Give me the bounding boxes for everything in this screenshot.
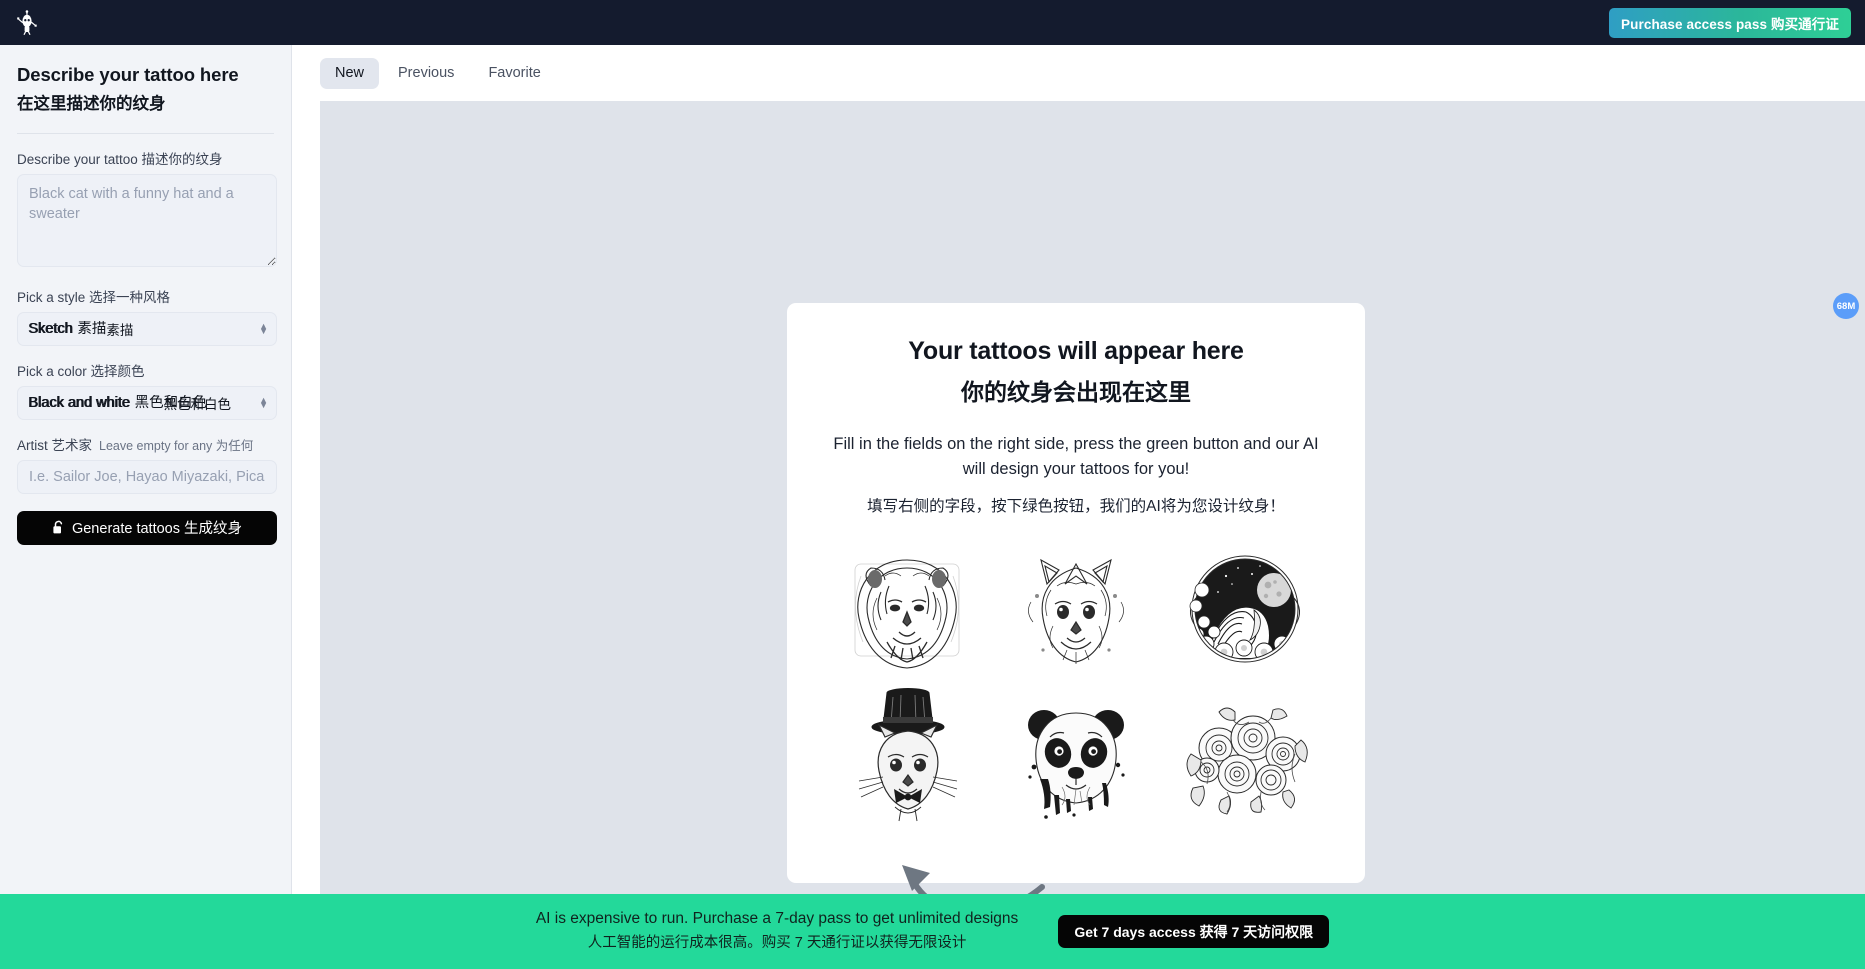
views-count-badge[interactable]: 68M (1833, 293, 1859, 319)
rose-bouquet-icon (1170, 685, 1320, 825)
color-field-group: Pick a color 选择颜色 Black and white 黑色和白色 … (17, 360, 277, 420)
top-bar: Purchase access pass 购买通行证 (0, 0, 1865, 45)
style-field-group: Pick a style 选择一种风格 Sketch 素描 Sketch 素描 … (17, 286, 277, 346)
artist-input[interactable] (17, 459, 277, 494)
describe-tattoo-label: Describe your tattoo 描述你的纹身 (17, 151, 223, 167)
placeholder-title-zh: 你的纹身会出现在这里 (961, 378, 1191, 405)
robot-mascot-icon[interactable] (10, 6, 44, 40)
sidebar-divider (17, 132, 274, 134)
banner-text-block: AI is expensive to run. Purchase a 7-day… (536, 907, 1019, 956)
sidebar-panel: Describe your tattoo here 在这里描述你的纹身 Desc… (0, 45, 292, 969)
app-root: Purchase access pass 购买通行证 Describe your… (0, 0, 1865, 969)
artist-hint: Leave empty for any 为任何 (99, 438, 254, 453)
generate-tattoos-button[interactable]: Generate tattoos 生成纹身 (17, 510, 277, 545)
main-content: New Previous Favorite Your tattoos will … (292, 45, 1865, 969)
artist-field-group: Artist 艺术家 Leave empty for any 为任何 (17, 434, 277, 494)
open-lock-icon (52, 520, 65, 535)
describe-tattoo-field-group: Describe your tattoo 描述你的纹身 (17, 148, 277, 272)
results-canvas: Your tattoos will appear here 你的纹身会出现在这里… (320, 101, 1865, 933)
panel-title-en: Describe your tattoo here (17, 64, 239, 85)
artist-label-row: Artist 艺术家 Leave empty for any 为任何 (17, 434, 274, 454)
placeholder-title-en: Your tattoos will appear here (908, 337, 1244, 365)
panda-head-ink-icon (1001, 685, 1151, 825)
placeholder-body-zh: 填写右侧的字段，按下绿色按钮，我们的AI将为您设计纹身！ (867, 497, 1285, 515)
describe-tattoo-textarea[interactable] (17, 173, 277, 267)
tab-bar: New Previous Favorite (292, 45, 1865, 101)
banner-text-zh: 人工智能的运行成本很高。购买 7 天通行证以获得无限设计 (587, 935, 967, 952)
pick-color-label: Pick a color 选择颜色 (17, 363, 145, 379)
style-select-wrapper[interactable]: Sketch 素描 Sketch 素描 ▲ ▼ (17, 311, 277, 346)
tab-new[interactable]: New (320, 57, 380, 89)
generate-tattoos-label: Generate tattoos 生成纹身 (71, 521, 243, 538)
lion-head-mandala-icon (832, 541, 982, 681)
sample-tattoo-grid (825, 541, 1327, 825)
ornate-cat-head-icon (1001, 541, 1151, 681)
artist-label: Artist 艺术家 (17, 437, 93, 453)
tab-previous[interactable]: Previous (383, 58, 469, 89)
woman-moon-circle-icon (1170, 541, 1320, 681)
pick-style-label: Pick a style 选择一种风格 (17, 289, 171, 305)
color-select-wrapper[interactable]: Black and white 黑色和白色 Black and white 黑色… (17, 385, 277, 420)
placeholder-card: Your tattoos will appear here 你的纹身会出现在这里… (787, 303, 1365, 883)
placeholder-body-en: Fill in the fields on the right side, pr… (833, 435, 1319, 478)
cat-with-top-hat-icon (832, 685, 982, 825)
tab-favorite[interactable]: Favorite (473, 58, 555, 89)
purchase-access-pass-button[interactable]: Purchase access pass 购买通行证 (1609, 7, 1851, 38)
style-select[interactable]: Sketch 素描 (17, 311, 277, 346)
panel-title-zh: 在这里描述你的纹身 (17, 94, 166, 113)
banner-text-en: AI is expensive to run. Purchase a 7-day… (535, 910, 1019, 928)
color-select[interactable]: Black and white 黑色和白色 (17, 385, 277, 420)
get-7-days-access-button[interactable]: Get 7 days access 获得 7 天访问权限 (1058, 915, 1330, 948)
bottom-promo-banner: AI is expensive to run. Purchase a 7-day… (0, 894, 1865, 969)
